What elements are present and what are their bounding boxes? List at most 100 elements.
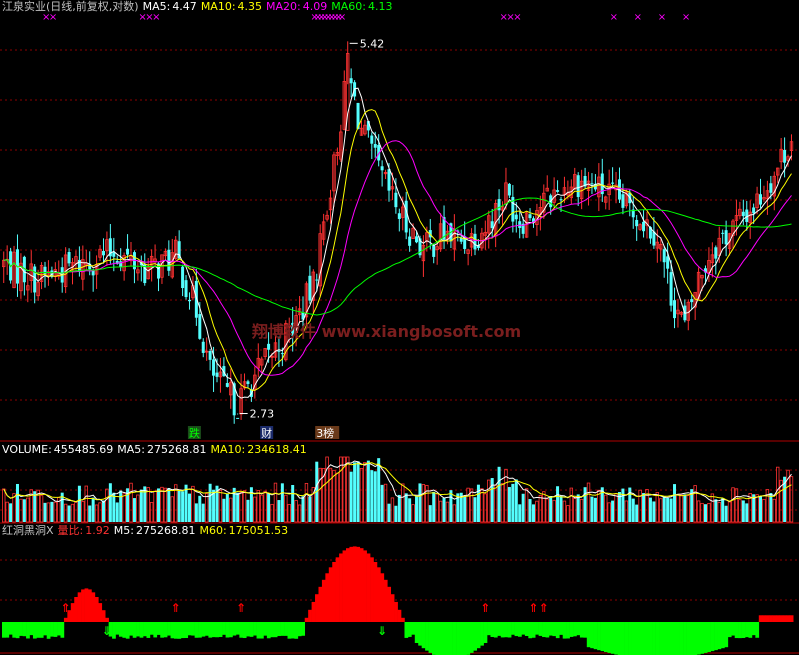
volume-bar-158 [545,498,549,523]
indicator-bar-184 [634,622,639,655]
indicator-bar-121 [418,622,422,646]
volume-bar-3 [12,493,16,523]
volume-bar-166 [573,498,577,523]
indicator-bar-100 [346,548,350,622]
candle-body-161 [556,190,560,192]
high-label: 5.42 [360,37,385,50]
indicator-bar-79 [273,622,278,638]
indicator-bar-119 [411,622,416,635]
indicator-bar-131 [452,622,457,655]
candle-body-58 [201,341,205,353]
volume-bar-117 [404,493,408,522]
volume-bar-103 [356,461,360,522]
indicator-bar-138 [476,622,481,649]
volume-bar-58 [201,503,205,522]
candle-body-184 [635,219,639,227]
indicator-bar-104 [359,548,364,622]
candle-body-194 [669,272,673,306]
indicator-bar-21 [74,597,78,622]
indicator-bar-203 [700,622,705,654]
candle-body-137 [473,233,477,250]
indicator-bar-162 [559,622,564,635]
indicator-bar-109 [376,567,381,622]
indicator-bar-92 [318,586,323,622]
indicator-bar-135 [466,622,471,655]
up-arrow-4: ⇑ [528,601,538,615]
indicator-bar-62 [215,622,220,638]
indicator-bar-196 [676,622,680,655]
volume-bar-205 [707,503,711,523]
volume-bar-31 [108,483,112,522]
volume-bar-124 [428,505,432,522]
event-mark-2: 3榜 [316,426,334,440]
up-arrow-1: ⇑ [171,601,181,615]
volume-bar-143 [493,484,498,523]
indicator-bar-45 [156,622,161,635]
volume-bar-26 [91,497,95,522]
indicator-bar-103 [356,546,361,622]
volume-bar-70 [242,490,247,523]
volume-bar-78 [270,503,274,523]
indicator-bar-27 [94,597,99,622]
volume-bar-137 [473,497,477,522]
volume-bar-79 [273,482,278,523]
indicator-bar-15 [53,622,58,637]
candle-body-53 [184,280,188,298]
indicator-bar-38 [132,622,137,638]
candle-body-220 [759,194,763,205]
indicator-bar-63 [218,622,223,638]
candle-body-115 [397,213,401,219]
volume-bar-47 [163,487,168,523]
indicator-bar-102 [352,546,357,622]
candle-body-223 [769,183,773,193]
indicator-bar-12 [43,622,48,636]
volume-bar-175 [604,494,608,523]
indicator-bar-66 [229,622,233,638]
volume-bar-144 [497,466,501,522]
indicator-bar-83 [287,622,292,639]
indicator-bar-46 [160,622,164,638]
vol-ma5-label: MA5: [117,443,146,456]
indicator-bar-139 [480,622,484,646]
candle-body-192 [662,249,666,263]
indicator-bar-37 [129,622,134,636]
indicator-bar-141 [487,622,491,636]
indicator-bar-115 [397,609,402,622]
down-arrow-2: ⇓ [377,624,387,638]
candle-body-107 [370,135,374,144]
volume-bar-19 [67,505,71,522]
volume-bar-121 [418,483,422,522]
indicator-bar-152 [524,622,529,637]
indicator-bar-183 [631,622,636,655]
candle-body-62 [215,372,219,377]
candle-body-186 [642,221,646,232]
indicator-bar-166 [573,622,577,637]
indicator-bar-174 [600,622,605,652]
volume-bar-201 [693,485,697,523]
indicator-bar-74 [256,622,261,639]
volume-bar-32 [112,492,116,522]
up-arrow-2: ⇑ [236,601,246,615]
ma20-value: 4.09 [302,0,328,13]
volume-bar-155 [535,500,539,523]
indicator-bar-43 [149,622,154,635]
indicator-bar-50 [174,622,178,639]
ma20-label: MA20: [266,0,301,13]
volume-bar-119 [411,504,415,523]
volume-bar-42 [146,487,150,523]
volume-bar-92 [318,467,322,523]
volume-bar-195 [673,484,677,522]
volume-bar-86 [297,504,302,523]
indicator-bar-153 [528,622,533,639]
volume-bar-213 [734,488,739,523]
volume-bar-156 [538,495,543,523]
volume-bar-83 [287,504,291,523]
volume-bar-220 [759,496,763,522]
volume-bar-51 [177,490,181,522]
indicator-bar-176 [607,622,612,653]
candle-body-65 [225,383,229,387]
volume-bar-153 [528,499,532,522]
ma60-label: MA60: [331,0,366,13]
indicator-bar-133 [459,622,464,655]
indicator-bar-22 [77,592,82,622]
